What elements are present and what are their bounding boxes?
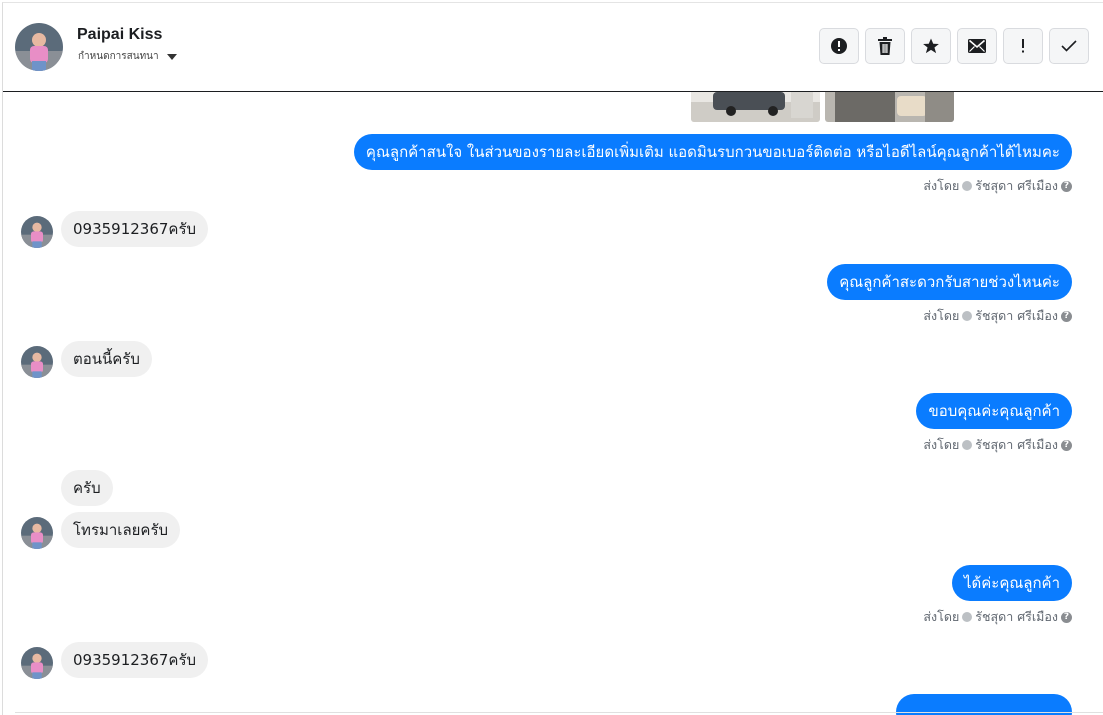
sender-avatar-icon: [962, 440, 973, 450]
outgoing-message[interactable]: ได้ค่ะคุณลูกค้า: [951, 565, 1072, 601]
incoming-message[interactable]: 0935912367ครับ: [61, 211, 209, 247]
message-thread[interactable]: คุณลูกค้าสนใจ ในส่วนของรายละเอียดเพิ่มเต…: [3, 92, 1103, 715]
sender-name[interactable]: รัชสุดา ศรีเมือง: [975, 176, 1058, 196]
report-button[interactable]: [819, 28, 859, 64]
report-icon: [831, 38, 847, 54]
sender-name[interactable]: รัชสุดา ศรีเมือง: [975, 435, 1058, 455]
contact-avatar-small[interactable]: [21, 216, 53, 248]
sender-avatar-icon: [962, 311, 973, 321]
mail-icon: [968, 39, 986, 53]
outgoing-message[interactable]: ขอบคุณค่ะคุณลูกค้า: [916, 393, 1072, 429]
help-icon[interactable]: ?: [1061, 439, 1072, 451]
message-sender-info: ส่งโดย รัชสุดา ศรีเมือง ?: [923, 437, 1072, 453]
attachment-photo[interactable]: [825, 92, 954, 122]
mark-done-button[interactable]: [1049, 28, 1089, 64]
check-icon: [1061, 40, 1077, 52]
conversation-toolbar: [819, 28, 1089, 64]
incoming-message[interactable]: ครับ: [61, 470, 113, 506]
trash-icon: [878, 37, 892, 55]
star-button[interactable]: [911, 28, 951, 64]
contact-avatar-small[interactable]: [21, 346, 53, 378]
contact-avatar-small[interactable]: [21, 517, 53, 549]
incoming-message[interactable]: 0935912367ครับ: [61, 642, 209, 678]
sent-by-label: ส่งโดย: [923, 308, 960, 323]
sent-by-label: ส่งโดย: [923, 437, 960, 452]
sent-by-label: ส่งโดย: [923, 609, 960, 624]
help-icon[interactable]: ?: [1061, 310, 1072, 322]
composer-divider: [15, 712, 1103, 713]
contact-name: Paipai Kiss: [77, 26, 163, 43]
outgoing-message[interactable]: คุณลูกค้าสนใจ ในส่วนของรายละเอียดเพิ่มเต…: [353, 134, 1072, 170]
contact-avatar[interactable]: [15, 23, 63, 71]
assign-conversation-label: กำหนดการสนทนา: [78, 51, 159, 62]
attachment-photo[interactable]: [691, 92, 820, 122]
chevron-down-icon: [166, 53, 177, 60]
help-icon[interactable]: ?: [1061, 180, 1072, 192]
help-icon[interactable]: ?: [1061, 611, 1072, 623]
message-sender-info: ส่งโดย รัชสุดา ศรีเมือง ?: [923, 178, 1072, 194]
contact-avatar-small[interactable]: [21, 647, 53, 679]
message-sender-info: ส่งโดย รัชสุดา ศรีเมือง ?: [923, 609, 1072, 625]
outgoing-message[interactable]: คุณลูกค้าสะดวกรับสายช่วงไหนค่ะ: [827, 264, 1072, 300]
follow-up-button[interactable]: [1003, 28, 1043, 64]
mark-unread-button[interactable]: [957, 28, 997, 64]
exclamation-icon: [1022, 39, 1024, 53]
conversation-header: Paipai Kiss กำหนดการสนทนา: [3, 3, 1103, 91]
sender-avatar-icon: [962, 612, 973, 622]
incoming-message[interactable]: โทรมาเลยครับ: [61, 512, 181, 548]
sender-avatar-icon: [962, 181, 973, 191]
incoming-message[interactable]: ตอนนี้ครับ: [61, 341, 152, 377]
sent-by-label: ส่งโดย: [923, 178, 960, 193]
delete-button[interactable]: [865, 28, 905, 64]
message-sender-info: ส่งโดย รัชสุดา ศรีเมือง ?: [923, 308, 1072, 324]
star-icon: [923, 38, 939, 54]
sender-name[interactable]: รัชสุดา ศรีเมือง: [975, 607, 1058, 627]
sender-name[interactable]: รัชสุดา ศรีเมือง: [975, 306, 1058, 326]
assign-conversation-dropdown[interactable]: กำหนดการสนทนา: [78, 49, 177, 64]
